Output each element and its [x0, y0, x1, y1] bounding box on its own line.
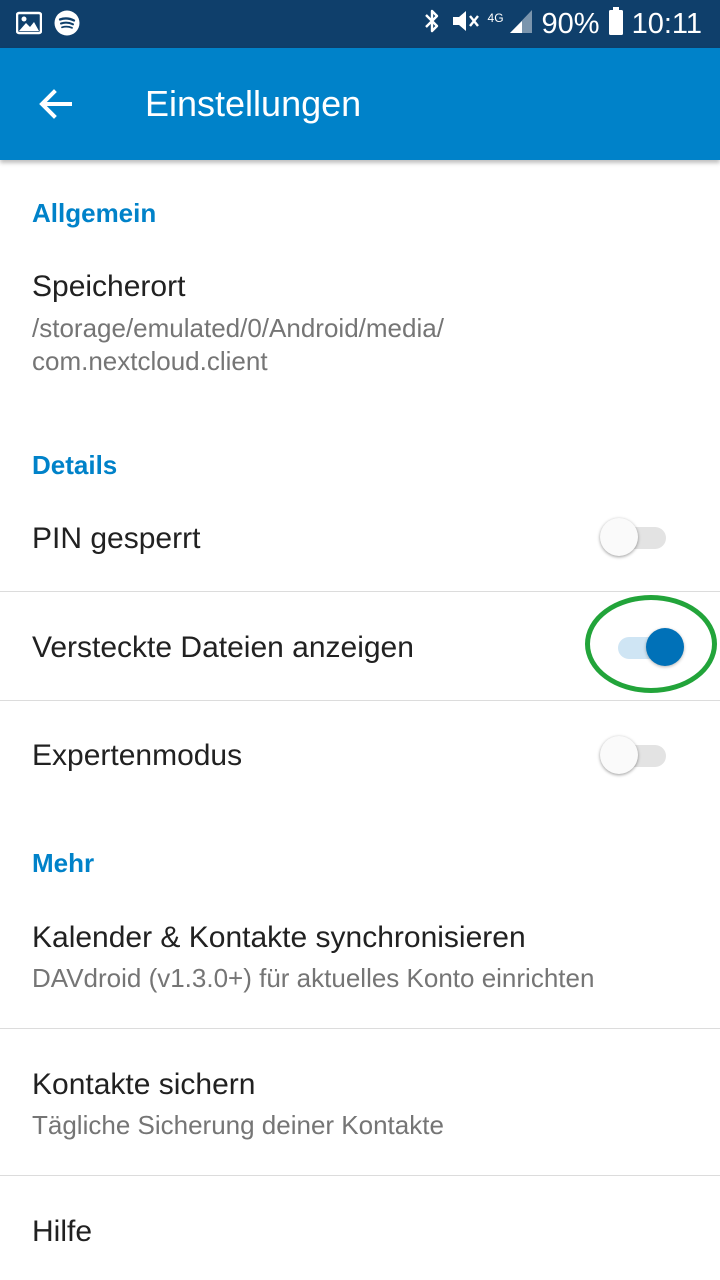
pref-storage-summary-line1: /storage/emulated/0/Android/media/: [32, 313, 444, 343]
back-button[interactable]: [28, 78, 84, 134]
section-header-more: Mehr: [32, 848, 95, 878]
network-type-label: 4G: [487, 11, 504, 25]
image-icon: [15, 11, 43, 40]
pref-sync-calendar-contacts[interactable]: [0, 890, 720, 1028]
status-bar: 4G 90% 10:11: [0, 0, 720, 48]
pref-expert-mode-title: Expertenmodus: [32, 739, 243, 772]
switch-thumb: [600, 736, 638, 774]
pref-hidden-files-title: Versteckte Dateien anzeigen: [32, 631, 414, 664]
app-bar: Einstellungen: [0, 48, 720, 160]
pref-backup-contacts[interactable]: [0, 1029, 720, 1175]
pref-sync-summary: DAVdroid (v1.3.0+) für aktuelles Konto e…: [32, 963, 595, 993]
section-header-details: Details: [32, 450, 118, 480]
spotify-icon: [54, 10, 80, 41]
switch-thumb: [600, 518, 638, 556]
pref-backup-summary: Tägliche Sicherung deiner Kontakte: [32, 1110, 444, 1140]
battery-icon: [608, 6, 624, 43]
pref-backup-title: Kontakte sichern: [32, 1068, 256, 1101]
pin-lock-switch[interactable]: [600, 515, 672, 559]
arrow-back-icon: [38, 86, 74, 127]
switch-thumb: [646, 628, 684, 666]
bluetooth-icon: [422, 7, 442, 42]
page-title: Einstellungen: [145, 83, 362, 124]
pref-pin-title: PIN gesperrt: [32, 522, 201, 555]
hidden-files-switch[interactable]: [610, 625, 684, 669]
status-notifications: [15, 10, 80, 41]
pref-help-title: Hilfe: [32, 1215, 93, 1248]
pref-storage-title: Speicherort: [32, 270, 186, 303]
settings-list[interactable]: Allgemein Speicherort /storage/emulated/…: [0, 160, 720, 1280]
pref-sync-title: Kalender & Kontakte synchronisieren: [32, 921, 526, 954]
battery-percent: 90%: [541, 8, 600, 40]
signal-icon: [508, 7, 534, 42]
clock: 10:11: [631, 8, 702, 40]
section-header-general: Allgemein: [32, 198, 157, 228]
mute-icon: [450, 7, 480, 42]
status-system: 4G 90% 10:11: [422, 6, 702, 43]
expert-mode-switch[interactable]: [600, 733, 672, 777]
pref-storage-summary-line2: com.nextcloud.client: [32, 346, 268, 376]
pref-help[interactable]: [0, 1176, 720, 1280]
